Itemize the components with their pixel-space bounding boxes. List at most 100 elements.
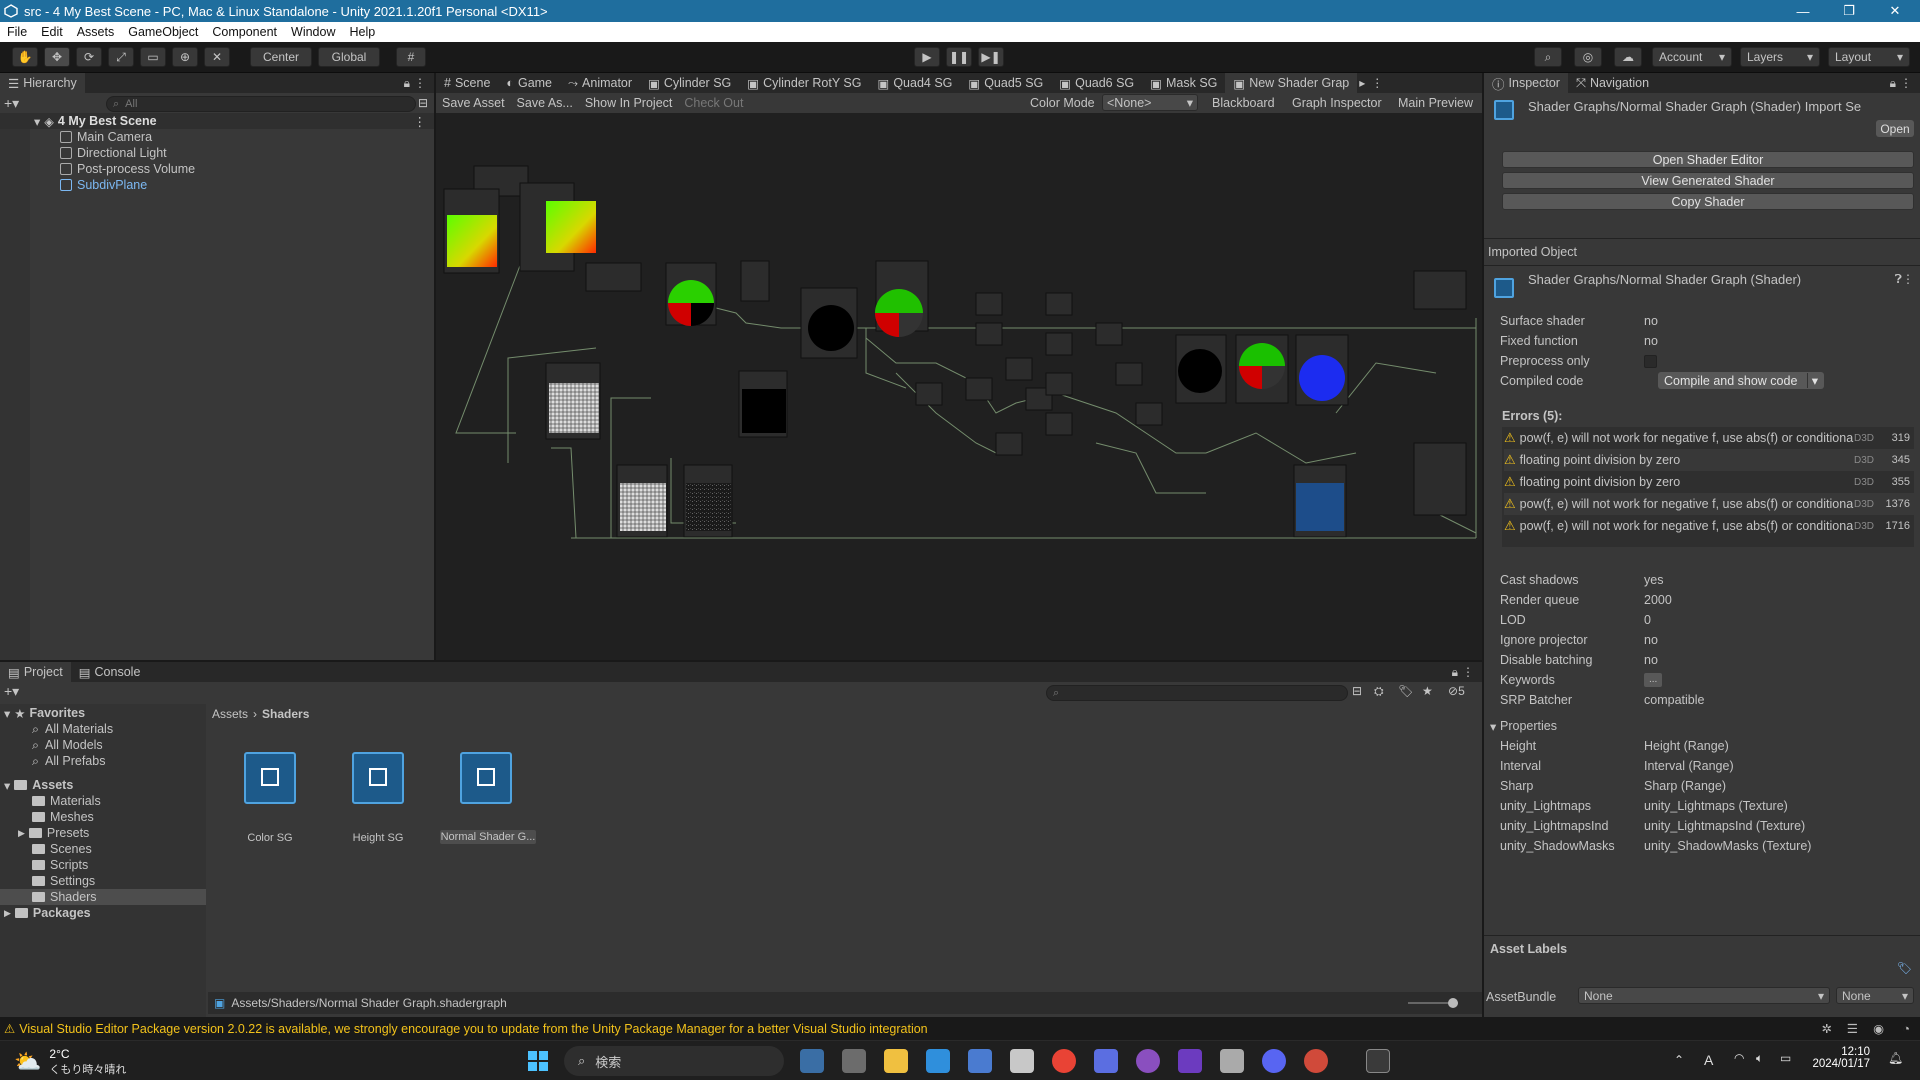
vertex-master-node[interactable] [1413, 270, 1467, 310]
menu-edit[interactable]: Edit [34, 25, 70, 39]
tab-mask-sg[interactable]: ▣ Mask SG [1142, 73, 1225, 93]
shadergraph-file-icon[interactable] [244, 752, 296, 804]
folder-item[interactable]: Materials [0, 793, 206, 809]
kebab-menu-icon[interactable]: ⋮ [1462, 665, 1474, 679]
folder-item[interactable]: Meshes [0, 809, 206, 825]
scale-tool-icon[interactable]: ⤢ [108, 47, 134, 67]
blackboard-toggle[interactable]: Blackboard [1212, 96, 1275, 110]
menu-gameobject[interactable]: GameObject [121, 25, 205, 39]
folder-item[interactable]: ▶ Presets [0, 825, 206, 841]
visual-studio-icon[interactable] [1178, 1049, 1202, 1073]
play-button[interactable]: ▶ [914, 47, 940, 67]
assetbundle-dropdown[interactable]: None ▾ [1578, 987, 1830, 1004]
preprocess-only-checkbox[interactable] [1644, 354, 1657, 368]
stack-icon[interactable]: ☰ [1847, 1021, 1858, 1036]
file-explorer-icon[interactable] [884, 1049, 908, 1073]
save-as-button[interactable]: Save As... [511, 96, 579, 110]
shadergraph-file-icon[interactable] [352, 752, 404, 804]
tab-cylinder-roty-sg[interactable]: ▣ Cylinder RotY SG [739, 73, 869, 93]
tab-game[interactable]: ◐ Game [498, 73, 560, 93]
search-by-type-icon[interactable]: ⊟ [1352, 684, 1362, 698]
scene-search-icon[interactable]: ⊟ [418, 96, 428, 110]
tab-scene[interactable]: # Scene [436, 73, 498, 93]
error-row[interactable]: ⚠ floating point division by zero D3D 355 [1504, 471, 1914, 493]
tab-animator[interactable]: ⤳ Animator [560, 73, 640, 93]
close-button[interactable]: ✕ [1872, 0, 1918, 22]
grid-snap-icon[interactable]: # [396, 47, 426, 67]
properties-foldout[interactable]: ▾ Properties [1484, 716, 1920, 736]
create-asset-button[interactable]: +▾ [4, 683, 19, 700]
ime-indicator[interactable]: A [1704, 1052, 1713, 1068]
windows-start-icon[interactable] [528, 1051, 548, 1071]
tab-hierarchy[interactable]: ☰ Hierarchy [0, 73, 85, 93]
unity-editor-icon[interactable] [1366, 1049, 1390, 1073]
minimize-button[interactable]: — [1780, 0, 1826, 22]
menu-assets[interactable]: Assets [70, 25, 122, 39]
hierarchy-item[interactable]: Directional Light [0, 145, 434, 161]
chrome-icon[interactable] [1052, 1049, 1076, 1073]
breadcrumb-shaders[interactable]: Shaders [262, 707, 309, 721]
scene-root-row[interactable]: ▾ ◈ 4 My Best Scene ⋮ [0, 113, 434, 129]
status-bar[interactable]: ⚠ Visual Studio Editor Package version 2… [0, 1017, 1920, 1040]
copilot-icon[interactable] [800, 1049, 824, 1073]
assetbundle-variant-dropdown[interactable]: None ▾ [1836, 987, 1914, 1004]
scene-kebab-icon[interactable]: ⋮ [414, 114, 427, 129]
file-label-selected[interactable]: Normal Shader G... [440, 830, 536, 844]
debug-icon[interactable]: ✲ [1822, 1021, 1832, 1036]
error-row[interactable]: ⚠ pow(f, e) will not work for negative f,… [1504, 515, 1914, 537]
lock-icon[interactable]: 🔒︎ [1452, 665, 1458, 680]
lock-icon[interactable]: 🔒︎ [1890, 76, 1896, 91]
clock[interactable]: 12:10 2024/01/17 [1808, 1046, 1870, 1070]
weather-widget[interactable]: ⛅ 2°C くもり時々晴れ [14, 1047, 126, 1077]
kebab-menu-icon[interactable]: ⋮ [1371, 76, 1383, 90]
taskbar-search-box[interactable]: ⌕ 検索 [564, 1046, 784, 1076]
tab-project[interactable]: ▤ Project [0, 662, 71, 682]
mail-icon[interactable] [926, 1049, 950, 1073]
lock-icon[interactable]: 🔒︎ [404, 76, 410, 91]
hidden-packages-icon[interactable]: ⊘5 [1448, 684, 1465, 698]
move-tool-icon[interactable]: ✥ [44, 47, 70, 67]
rotate-tool-icon[interactable]: ⟳ [76, 47, 102, 67]
tab-new-shader-graph[interactable]: ▣ New Shader Grap [1225, 73, 1358, 93]
favorites-row[interactable]: ▾ ★ Favorites [0, 705, 206, 721]
main-preview-toggle[interactable]: Main Preview [1398, 96, 1473, 110]
graph-node-cluster[interactable] [915, 292, 1163, 456]
file-label[interactable]: Color SG [220, 832, 320, 844]
tab-scroll-right-icon[interactable]: ▸ [1359, 76, 1365, 90]
show-in-project-button[interactable]: Show In Project [579, 96, 679, 110]
favorite-item[interactable]: ⌕ All Prefabs [0, 753, 206, 769]
file-label[interactable]: Height SG [328, 832, 428, 844]
assets-root-row[interactable]: ▾ Assets [0, 777, 206, 793]
graph-canvas[interactable] [436, 113, 1482, 660]
label-tag-icon[interactable]: 🏷︎ [1398, 684, 1413, 698]
chevron-up-icon[interactable]: ⌃ [1674, 1053, 1684, 1067]
unity-hub-icon[interactable] [1220, 1049, 1244, 1073]
battery-icon[interactable]: ▭ [1780, 1051, 1791, 1065]
open-shader-editor-button[interactable]: Open Shader Editor [1502, 151, 1914, 168]
graph-node[interactable] [740, 260, 770, 302]
tab-quad5-sg[interactable]: ▣ Quad5 SG [960, 73, 1051, 93]
chevron-down-icon[interactable]: ▾ [1806, 373, 1818, 388]
hierarchy-item[interactable]: Main Camera [0, 129, 434, 145]
add-object-button[interactable]: +▾ [4, 95, 19, 112]
account-dropdown[interactable]: Account ▾ [1652, 47, 1732, 67]
ms-store-icon[interactable] [968, 1049, 992, 1073]
error-row[interactable]: ⚠ floating point division by zero D3D 345 [1504, 449, 1914, 471]
hierarchy-item[interactable]: Post-process Volume [0, 161, 434, 177]
folder-item-selected[interactable]: Shaders [0, 889, 206, 905]
auto-generate-icon[interactable]: ◔ [1902, 1022, 1910, 1036]
copy-shader-button[interactable]: Copy Shader [1502, 193, 1914, 210]
icon-size-slider[interactable] [1408, 998, 1458, 1008]
project-search-input[interactable]: ⌕ [1046, 685, 1348, 701]
keywords-button[interactable]: ... [1644, 673, 1663, 687]
pivot-center-toggle[interactable]: Center [250, 47, 312, 67]
app-icon[interactable] [1010, 1049, 1034, 1073]
graph-inspector-toggle[interactable]: Graph Inspector [1292, 96, 1382, 110]
wifi-icon[interactable]: ◠ [1734, 1051, 1744, 1065]
maximize-button[interactable]: ❐ [1826, 0, 1872, 22]
favorite-star-icon[interactable]: ★ [1422, 684, 1433, 698]
tab-inspector[interactable]: ⓘ Inspector [1484, 73, 1568, 93]
progress-icon[interactable]: ◉ [1873, 1021, 1884, 1036]
error-row[interactable]: ⚠ pow(f, e) will not work for negative f,… [1504, 493, 1914, 515]
kebab-menu-icon[interactable]: ⋮ [1900, 76, 1912, 90]
